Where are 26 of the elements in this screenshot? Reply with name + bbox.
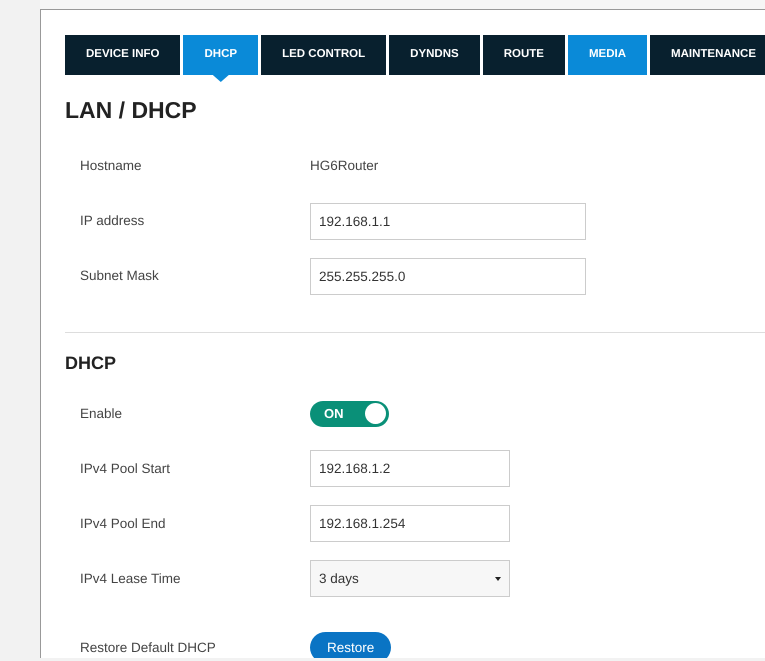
field-label: Enable <box>80 404 124 423</box>
field-label: Restore Default DHCP <box>80 638 217 657</box>
toggle-switch[interactable]: ON <box>310 400 389 427</box>
caret-icon <box>495 576 501 581</box>
tab[interactable]: MEDIA <box>568 35 648 75</box>
tab[interactable]: MAINTENANCE <box>650 35 765 75</box>
select-dropdown[interactable]: 3 days <box>310 560 510 598</box>
field-label: IPv4 Pool Start <box>80 460 172 478</box>
field-label: IP address <box>80 212 146 230</box>
field-label: Subnet Mask <box>80 266 160 285</box>
section-title: LAN / DHCP <box>65 97 198 125</box>
tab[interactable]: ROUTE <box>482 35 565 75</box>
section-title: DHCP <box>65 352 118 374</box>
field-label: Hostname <box>80 156 143 175</box>
input-field[interactable]: 192.168.1.254 <box>310 505 510 542</box>
tab[interactable]: DHCP <box>183 35 258 75</box>
restore-button[interactable]: Restore <box>310 632 392 658</box>
input-field[interactable]: 192.168.1.2 <box>310 450 510 488</box>
input-field[interactable]: 192.168.1.1 <box>310 202 586 240</box>
tab[interactable]: DYNDNS <box>389 35 480 75</box>
field-label: IPv4 Lease Time <box>80 570 182 588</box>
tab[interactable]: DEVICE INFO <box>65 35 180 75</box>
field-value: HG6Router <box>310 156 378 175</box>
field-label: IPv4 Pool End <box>80 514 167 533</box>
input-field[interactable]: 255.255.255.0 <box>310 258 586 295</box>
tab[interactable]: LED CONTROL <box>261 35 386 75</box>
